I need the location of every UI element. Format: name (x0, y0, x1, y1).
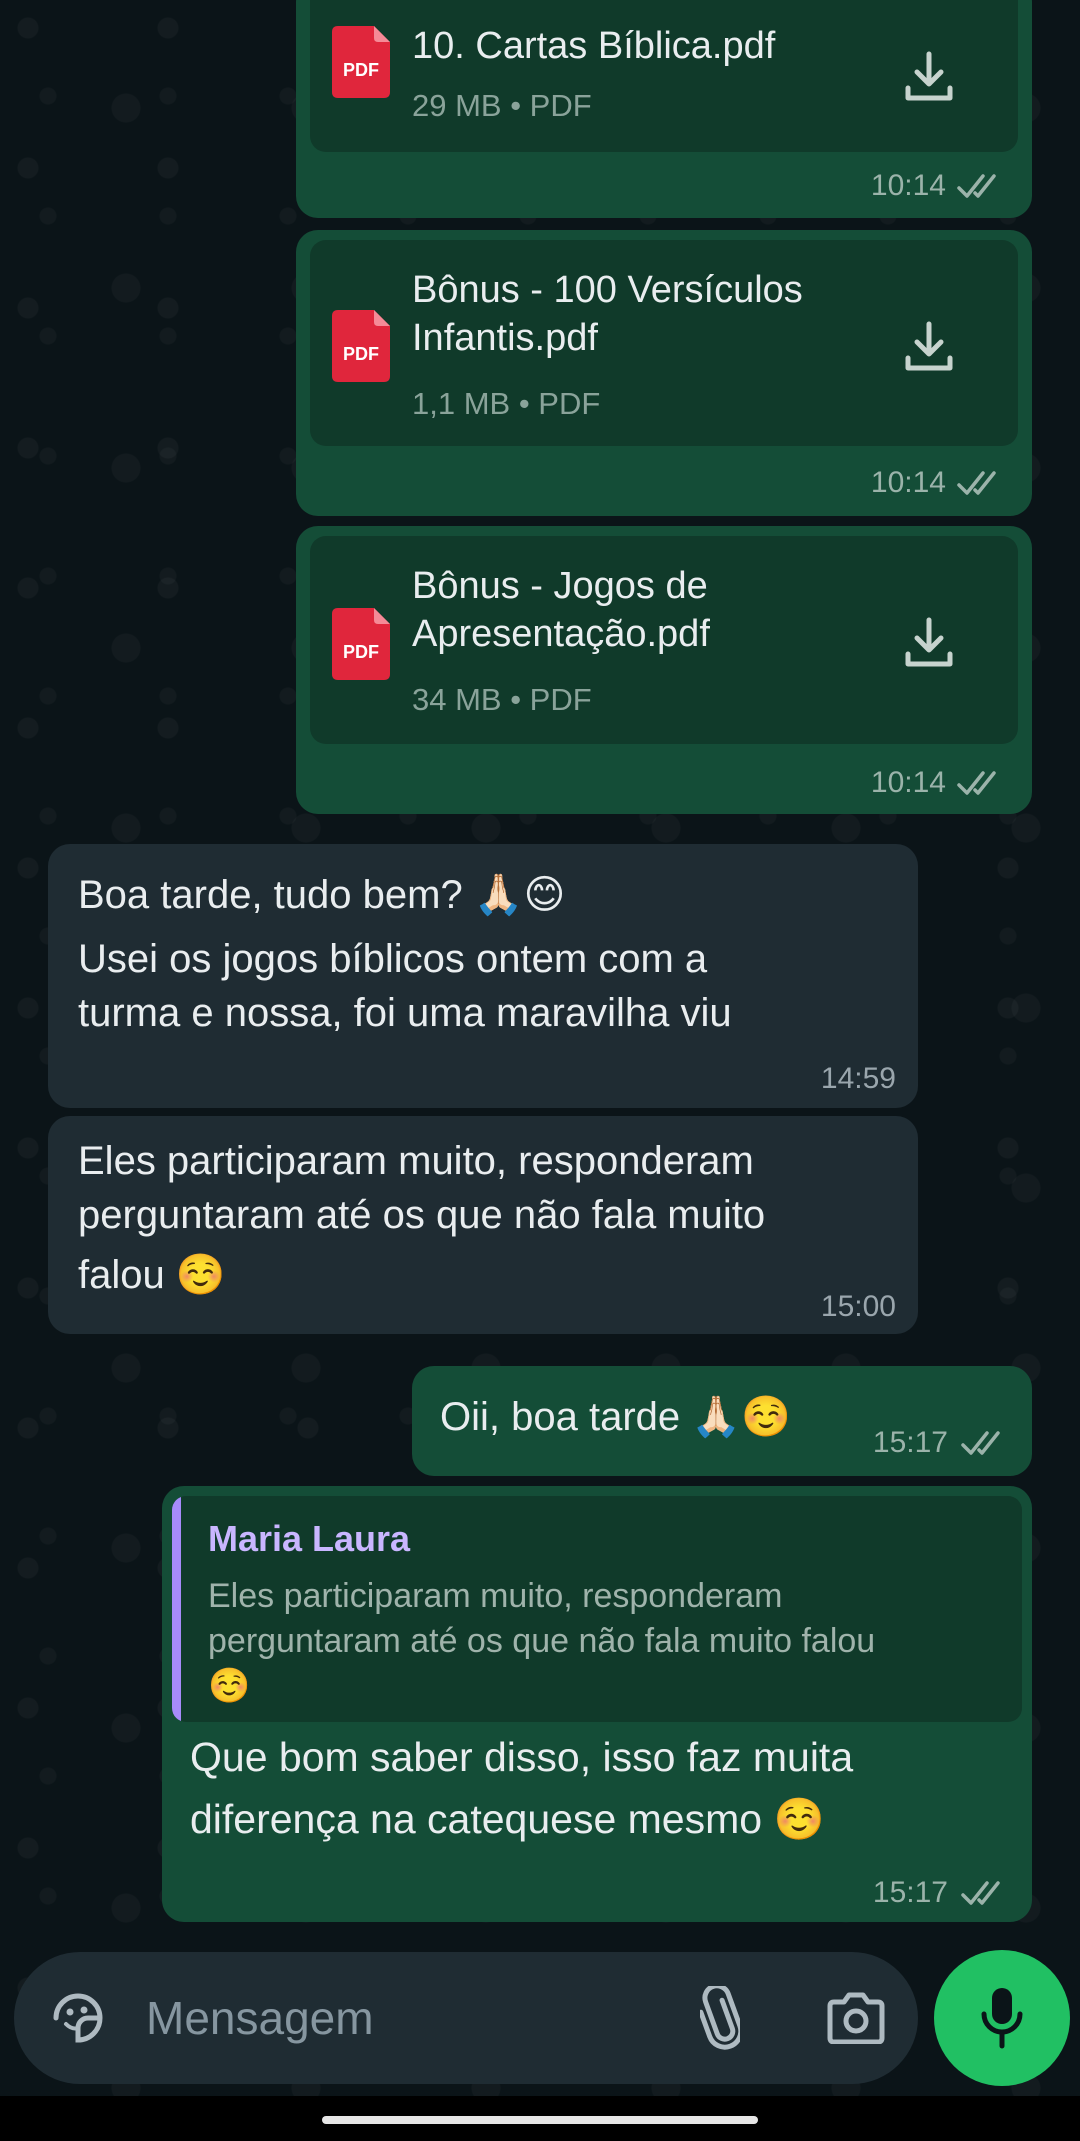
file-message-bubble[interactable]: PDF Bônus - 100 Versículos Infantis.pdf … (296, 230, 1032, 516)
paperclip-icon[interactable] (700, 1986, 740, 2050)
message-text-line1: Boa tarde, tudo bem? 🙏🏻😊 (78, 873, 566, 917)
file-card[interactable]: PDF Bônus - 100 Versículos Infantis.pdf … (310, 240, 1018, 446)
file-card[interactable]: PDF 10. Cartas Bíblica.pdf 29 MB • PDF (310, 0, 1018, 152)
microphone-button[interactable] (934, 1950, 1070, 2086)
double-check-icon (957, 174, 996, 198)
file-message-bubble[interactable]: PDF Bônus - Jogos de Apresentação.pdf 34… (296, 526, 1032, 814)
double-check-icon (957, 771, 996, 795)
file-name-line1: Bônus - Jogos de (412, 565, 708, 607)
quote-text-line3: ☺️ (208, 1667, 251, 1705)
pdf-file-icon: PDF (332, 608, 390, 680)
pdf-badge-text: PDF (343, 344, 379, 364)
outgoing-message-bubble[interactable]: Oii, boa tarde 🙏🏻☺️ 15:17 (412, 1366, 1032, 1476)
file-name: 10. Cartas Bíblica.pdf (412, 25, 776, 67)
message-text-line1: Que bom saber disso, isso faz muita (190, 1734, 854, 1780)
message-text-line3: turma e nossa, foi uma maravilha viu (78, 991, 732, 1035)
download-icon[interactable] (902, 616, 956, 670)
quote-text-line2: perguntaram até os que não fala muito fa… (208, 1622, 876, 1660)
message-time: 15:00 (820, 1290, 896, 1323)
pdf-badge-text: PDF (343, 60, 379, 80)
message-text-line2: perguntaram até os que não fala muito (78, 1193, 766, 1237)
pdf-badge-text: PDF (343, 642, 379, 662)
download-icon[interactable] (902, 320, 956, 374)
message-time: 10:14 (870, 169, 946, 202)
file-name-line2: Infantis.pdf (412, 317, 598, 359)
file-card[interactable]: PDF Bônus - Jogos de Apresentação.pdf 34… (310, 536, 1018, 744)
message-time: 15:17 (872, 1426, 948, 1459)
file-name-line1: Bônus - 100 Versículos (412, 269, 803, 311)
microphone-icon (981, 1988, 1023, 2049)
message-text: Oii, boa tarde 🙏🏻☺️ (440, 1395, 791, 1439)
pdf-file-icon: PDF (332, 310, 390, 382)
outgoing-reply-bubble[interactable]: Maria Laura Eles participaram muito, res… (162, 1486, 1032, 1922)
message-text-line2: Usei os jogos bíblicos ontem com a (78, 937, 708, 981)
double-check-icon (957, 471, 996, 495)
pdf-file-icon: PDF (332, 26, 390, 98)
file-name-line2: Apresentação.pdf (412, 613, 710, 655)
camera-icon[interactable] (826, 1992, 886, 2044)
sticker-icon[interactable] (48, 1988, 108, 2048)
file-meta: 29 MB • PDF (412, 88, 592, 123)
quote-text-line1: Eles participaram muito, responderam (208, 1577, 783, 1615)
double-check-icon (961, 1881, 1000, 1905)
message-text-line1: Eles participaram muito, responderam (78, 1139, 754, 1183)
message-text-line2: diferença na catequese mesmo ☺️ (190, 1796, 825, 1842)
file-meta: 34 MB • PDF (412, 682, 592, 717)
message-time: 15:17 (872, 1876, 948, 1909)
message-text-line3: falou ☺️ (78, 1253, 226, 1297)
incoming-message-bubble[interactable]: Boa tarde, tudo bem? 🙏🏻😊 Usei os jogos b… (48, 844, 918, 1108)
file-message-bubble[interactable]: PDF 10. Cartas Bíblica.pdf 29 MB • PDF 1… (296, 0, 1032, 218)
double-check-icon (961, 1431, 1000, 1455)
gesture-handle[interactable] (322, 2116, 758, 2124)
quote-author: Maria Laura (208, 1518, 411, 1559)
message-input[interactable]: Mensagem (146, 1988, 374, 2048)
message-time: 14:59 (820, 1062, 896, 1095)
quoted-message[interactable]: Maria Laura Eles participaram muito, res… (172, 1496, 1022, 1722)
incoming-message-bubble[interactable]: Eles participaram muito, responderam per… (48, 1116, 918, 1334)
message-time: 10:14 (870, 466, 946, 499)
message-composer: Mensagem (14, 1952, 918, 2084)
download-icon[interactable] (902, 50, 956, 104)
quote-accent-bar (172, 1496, 181, 1722)
message-time: 10:14 (870, 766, 946, 799)
file-meta: 1,1 MB • PDF (412, 386, 601, 421)
